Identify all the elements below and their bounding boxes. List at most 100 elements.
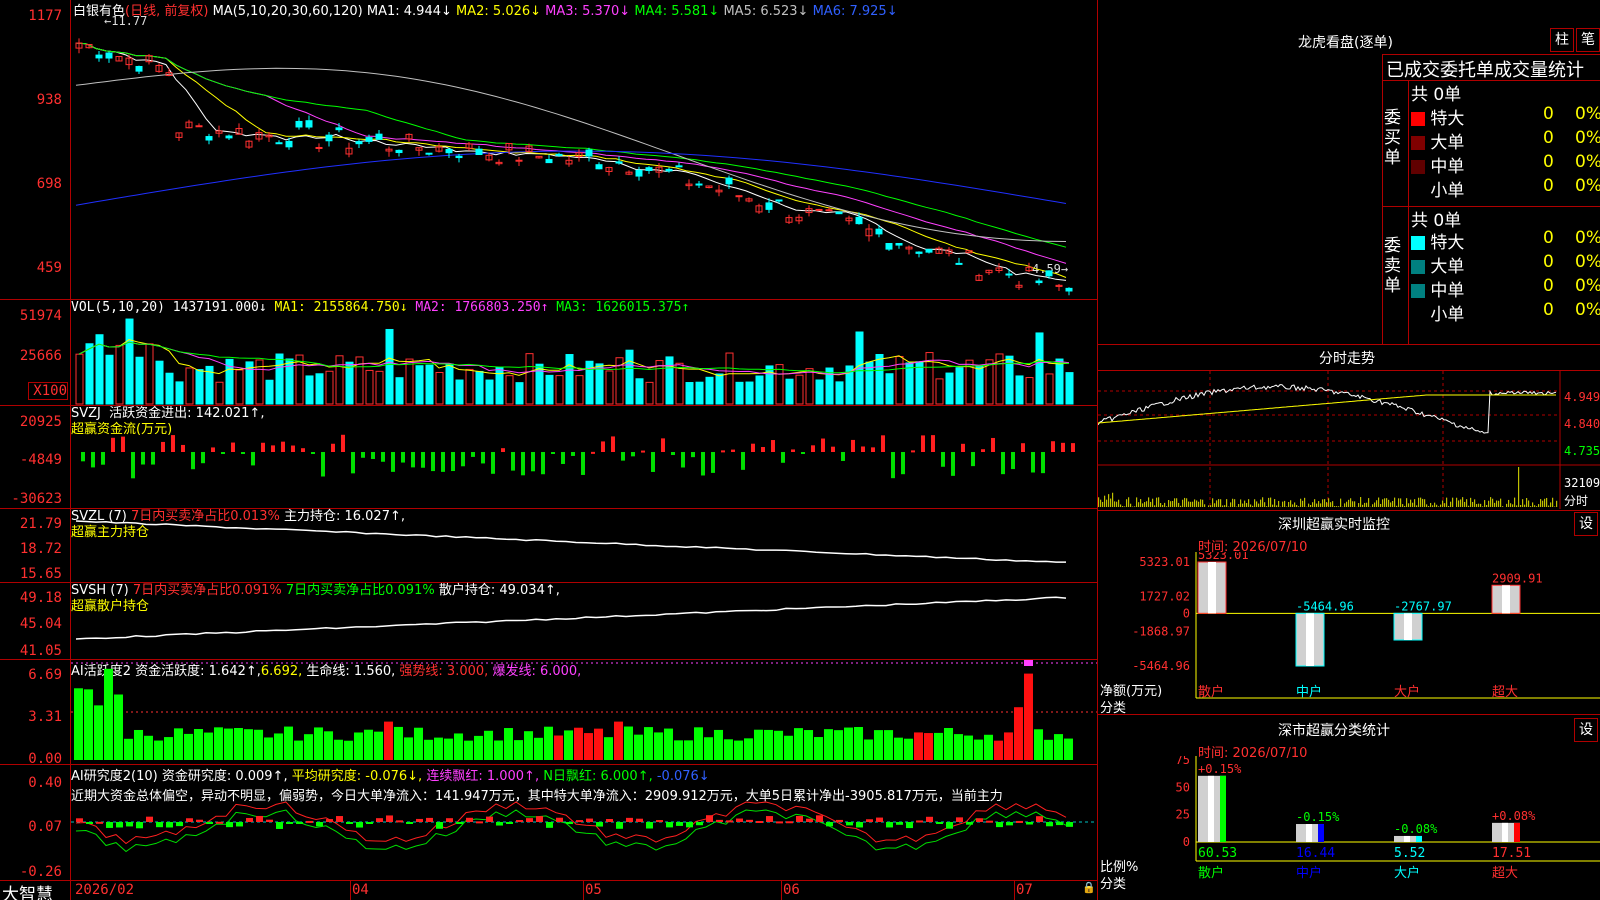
research-bar: [556, 817, 563, 822]
price-chart[interactable]: [71, 0, 1097, 299]
chart-area[interactable]: 白银有色(日线, 前复权) MA(5,10,20,30,60,120) MA1:…: [0, 0, 1098, 900]
activity-bar: [94, 705, 103, 760]
fenshi-vol-bar: [1298, 506, 1300, 507]
volume-chart[interactable]: [71, 300, 1097, 405]
retail-hold-line: [75, 596, 1067, 640]
activity-bar: [1004, 732, 1013, 760]
research-bar: [386, 815, 393, 822]
volume-bar: [715, 373, 724, 405]
flow-bar: [411, 452, 415, 468]
research-bar: [526, 818, 533, 822]
research-bar: [156, 822, 163, 828]
fenshi-vol-bar: [1204, 504, 1206, 507]
volume-bar: [745, 381, 754, 405]
monitor-settings-button[interactable]: 设: [1574, 512, 1598, 536]
flow-bar: [951, 452, 955, 476]
fenshi-vol-bar: [1344, 503, 1346, 507]
monitor-chart[interactable]: 5323.01 1727.02 0 -1868.97 -5464.96 5323.01 散户…: [1098, 552, 1600, 712]
fenshi-vol-bar: [1190, 501, 1192, 507]
research-bar: [1036, 816, 1043, 822]
fenshi-vol-bar: [1122, 506, 1124, 507]
activity-bar: [324, 731, 333, 760]
research-bar: [696, 822, 703, 826]
fenshi-vol-bar: [1230, 502, 1232, 507]
svzl-chart[interactable]: [71, 509, 1097, 582]
volume-bar: [455, 379, 464, 405]
fenshi-vol-bar: [1420, 497, 1422, 507]
activity-bar: [74, 688, 83, 760]
volume-bar: [425, 364, 434, 405]
fenshi-vol-bar: [1518, 467, 1520, 507]
class-settings-button[interactable]: 设: [1574, 718, 1598, 742]
ai-activity-chart[interactable]: [71, 660, 1097, 764]
fenshi-vol-bar: [1256, 501, 1258, 507]
fenshi-price: 4.735: [1564, 444, 1600, 458]
flow-bar: [351, 452, 355, 474]
order-row: 中单 0 0%: [1411, 276, 1600, 301]
fenshi-vol-bar: [1522, 499, 1524, 507]
svsh-chart[interactable]: [71, 583, 1097, 659]
fenshi-vol-bar: [1304, 497, 1306, 507]
fenshi-vol-bar: [1246, 503, 1248, 507]
flow-bar: [771, 440, 775, 452]
intraday-chart[interactable]: [1098, 371, 1600, 509]
activity-bar: [774, 730, 783, 760]
research-bar: [76, 818, 83, 822]
volume-bar: [815, 379, 824, 405]
ai-act-ylabel: 6.69: [28, 667, 62, 683]
research-bar: [896, 822, 903, 825]
activity-bar: [364, 729, 373, 760]
activity-bar: [184, 733, 193, 760]
candle: [275, 142, 283, 145]
flow-bar: [601, 441, 605, 452]
fenshi-vol-bar: [1464, 501, 1466, 507]
ai-research-chart[interactable]: [71, 800, 1097, 880]
flow-bar: [131, 452, 135, 479]
fenshi-vol-bar: [1260, 499, 1262, 507]
class-bar-change: -0.08%: [1394, 822, 1438, 836]
research-bar: [586, 818, 593, 822]
svzj-chart[interactable]: [71, 406, 1097, 508]
research-bar: [206, 822, 213, 824]
tick-mode-button[interactable]: 笔: [1576, 28, 1600, 52]
fenshi-vol-bar: [1142, 503, 1144, 507]
candle: [815, 208, 823, 211]
fenshi-vol-bar: [1468, 505, 1470, 507]
fenshi-vol-bar: [1478, 503, 1480, 507]
fenshi-vol-bar: [1434, 502, 1436, 507]
class-xlabel: 分类: [1100, 877, 1127, 892]
flow-bar: [961, 443, 965, 452]
fenshi-vol-bar: [1484, 500, 1486, 507]
flow-bar: [361, 452, 365, 458]
bar-mode-button[interactable]: 柱: [1550, 28, 1574, 52]
fenshi-vol-bar: [1456, 497, 1458, 507]
class-bar-change: +0.15%: [1198, 762, 1242, 776]
fenshi-vol-bar: [1526, 498, 1528, 507]
fenshi-vol-bar: [1490, 497, 1492, 507]
flow-bar: [1061, 442, 1065, 452]
volume-bar: [885, 373, 894, 405]
flow-bar: [221, 452, 225, 454]
activity-bar: [214, 727, 223, 760]
research-bar: [1046, 822, 1053, 827]
fenshi-vol-bar: [1324, 499, 1326, 507]
price-ylabel: 1177: [28, 8, 62, 24]
research-bar: [326, 819, 333, 822]
order-row: 小单 0 0%: [1411, 300, 1600, 325]
research-bar: [866, 819, 873, 822]
fenshi-vol-bar: [1476, 504, 1478, 507]
candle: [615, 161, 623, 164]
flow-bar: [381, 452, 385, 462]
fenshi-vol-bar: [1452, 497, 1454, 507]
fenshi-vol-bar: [1326, 502, 1328, 507]
fenshi-vol-bar: [1292, 504, 1294, 507]
brand-logo: 大智慧: [2, 885, 53, 900]
candle: [1045, 270, 1053, 277]
lock-icon[interactable]: 🔒: [1082, 881, 1096, 894]
volume-bar: [675, 362, 684, 405]
fenshi-vol-bar: [1500, 498, 1502, 507]
flow-bar: [791, 449, 795, 452]
flow-bar: [671, 452, 675, 456]
activity-bar: [354, 732, 363, 760]
class-chart[interactable]: 75 50 25 0 +0.15% 60.53 散户 -0.15% 16.44 中户 -0.08% 5…: [1098, 756, 1600, 900]
